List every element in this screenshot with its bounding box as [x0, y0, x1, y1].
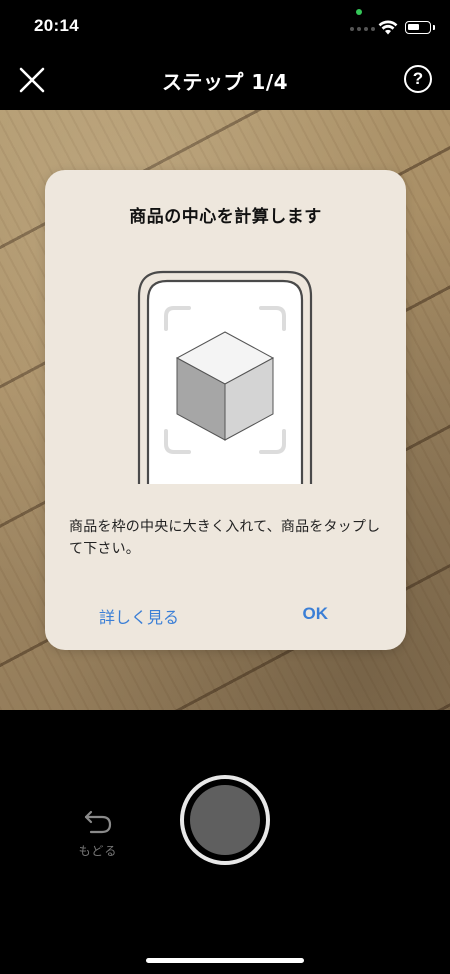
shutter-button[interactable] [180, 775, 270, 865]
ok-button[interactable]: OK [303, 604, 329, 624]
help-button[interactable]: ? [404, 65, 432, 93]
question-icon: ? [412, 69, 424, 88]
status-bar: 20:14 [0, 0, 450, 50]
home-indicator[interactable] [146, 958, 304, 963]
battery-icon [405, 21, 435, 34]
page-title: ステップ 1/4 [161, 70, 289, 94]
back-button[interactable]: もどる [70, 808, 126, 868]
undo-arrow-icon [84, 810, 112, 834]
dialog-message: 商品を枠の中央に大きく入れて、商品をタップして下さい。 [69, 519, 381, 557]
phone-frame-cube-icon [137, 270, 313, 484]
nav-bar: ステップ 1/4 ? [0, 50, 450, 110]
shutter-inner [190, 785, 260, 855]
camera-in-use-indicator [356, 9, 362, 15]
back-label: もどる [78, 844, 118, 858]
cellular-signal-icon [350, 27, 375, 31]
dialog-title: 商品の中心を計算します [129, 207, 322, 227]
instruction-dialog: 商品の中心を計算します 商品を枠の中央に大きく入れて、商品をタップして下さい。 … [45, 170, 406, 650]
status-time: 20:14 [34, 16, 79, 35]
learn-more-link[interactable]: 詳しく見る [99, 604, 179, 628]
wifi-icon [378, 20, 398, 35]
